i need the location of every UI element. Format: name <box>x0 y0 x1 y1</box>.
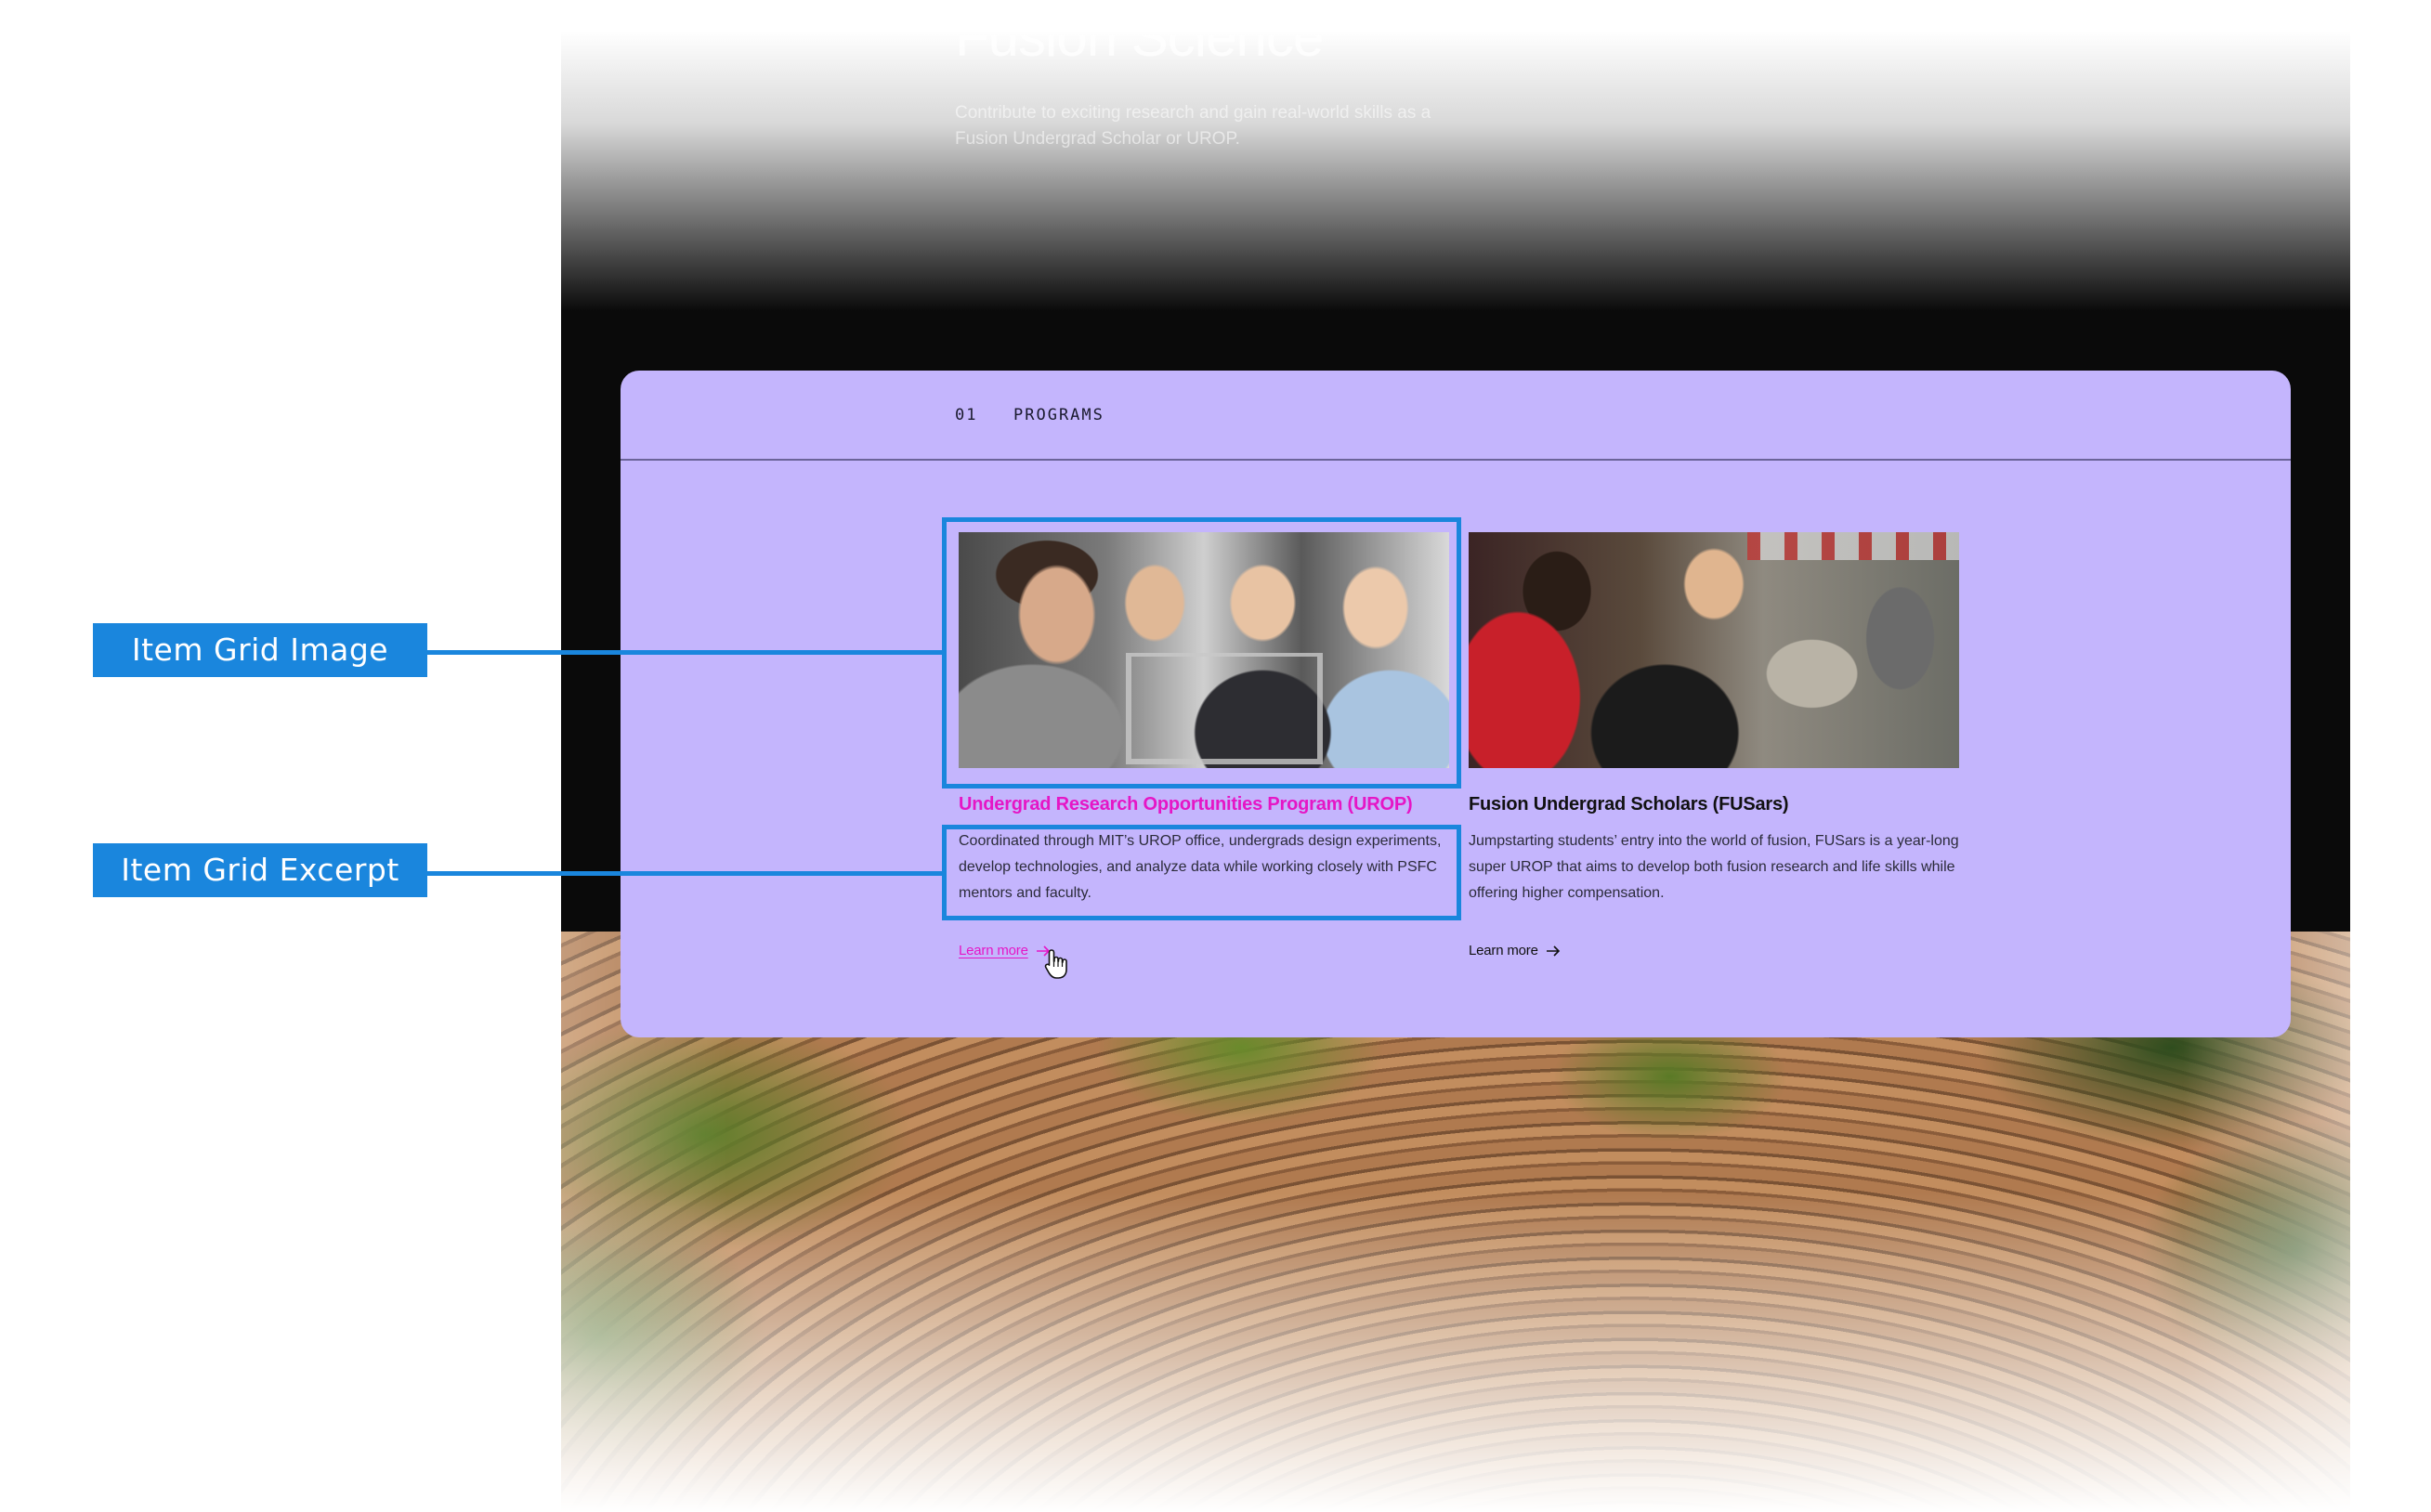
hand-pointer-icon <box>1044 949 1067 979</box>
learn-more-label: Learn more <box>1469 943 1538 958</box>
learn-more-link[interactable]: Learn more <box>1469 943 1561 958</box>
image-highlight-box <box>942 517 1461 789</box>
section-number: 01 <box>955 406 978 424</box>
learn-more-label: Learn more <box>959 943 1028 958</box>
card-title[interactable]: Fusion Undergrad Scholars (FUSars) <box>1469 794 1959 815</box>
hero-subtitle: Contribute to exciting research and gain… <box>955 103 1431 149</box>
excerpt-callout-connector <box>427 871 944 876</box>
item-grid-image[interactable] <box>1469 532 1959 768</box>
section-header: 01 PROGRAMS <box>621 371 2291 461</box>
image-callout-connector <box>427 650 944 655</box>
item-grid-image-label: Item Grid Image <box>93 623 427 677</box>
item-grid-excerpt: Jumpstarting students’ entry into the wo… <box>1469 833 1959 901</box>
hero-fade <box>561 0 2350 311</box>
card-title[interactable]: Undergrad Research Opportunities Program… <box>959 794 1449 815</box>
excerpt-highlight-box <box>942 825 1461 920</box>
program-card-fusars: Fusion Undergrad Scholars (FUSars) Jumps… <box>1469 532 1959 958</box>
arrow-right-icon <box>1546 945 1560 957</box>
learn-more-link[interactable]: Learn more <box>959 943 1051 958</box>
section-label: PROGRAMS <box>1013 406 1104 424</box>
item-grid-excerpt-label: Item Grid Excerpt <box>93 843 427 897</box>
